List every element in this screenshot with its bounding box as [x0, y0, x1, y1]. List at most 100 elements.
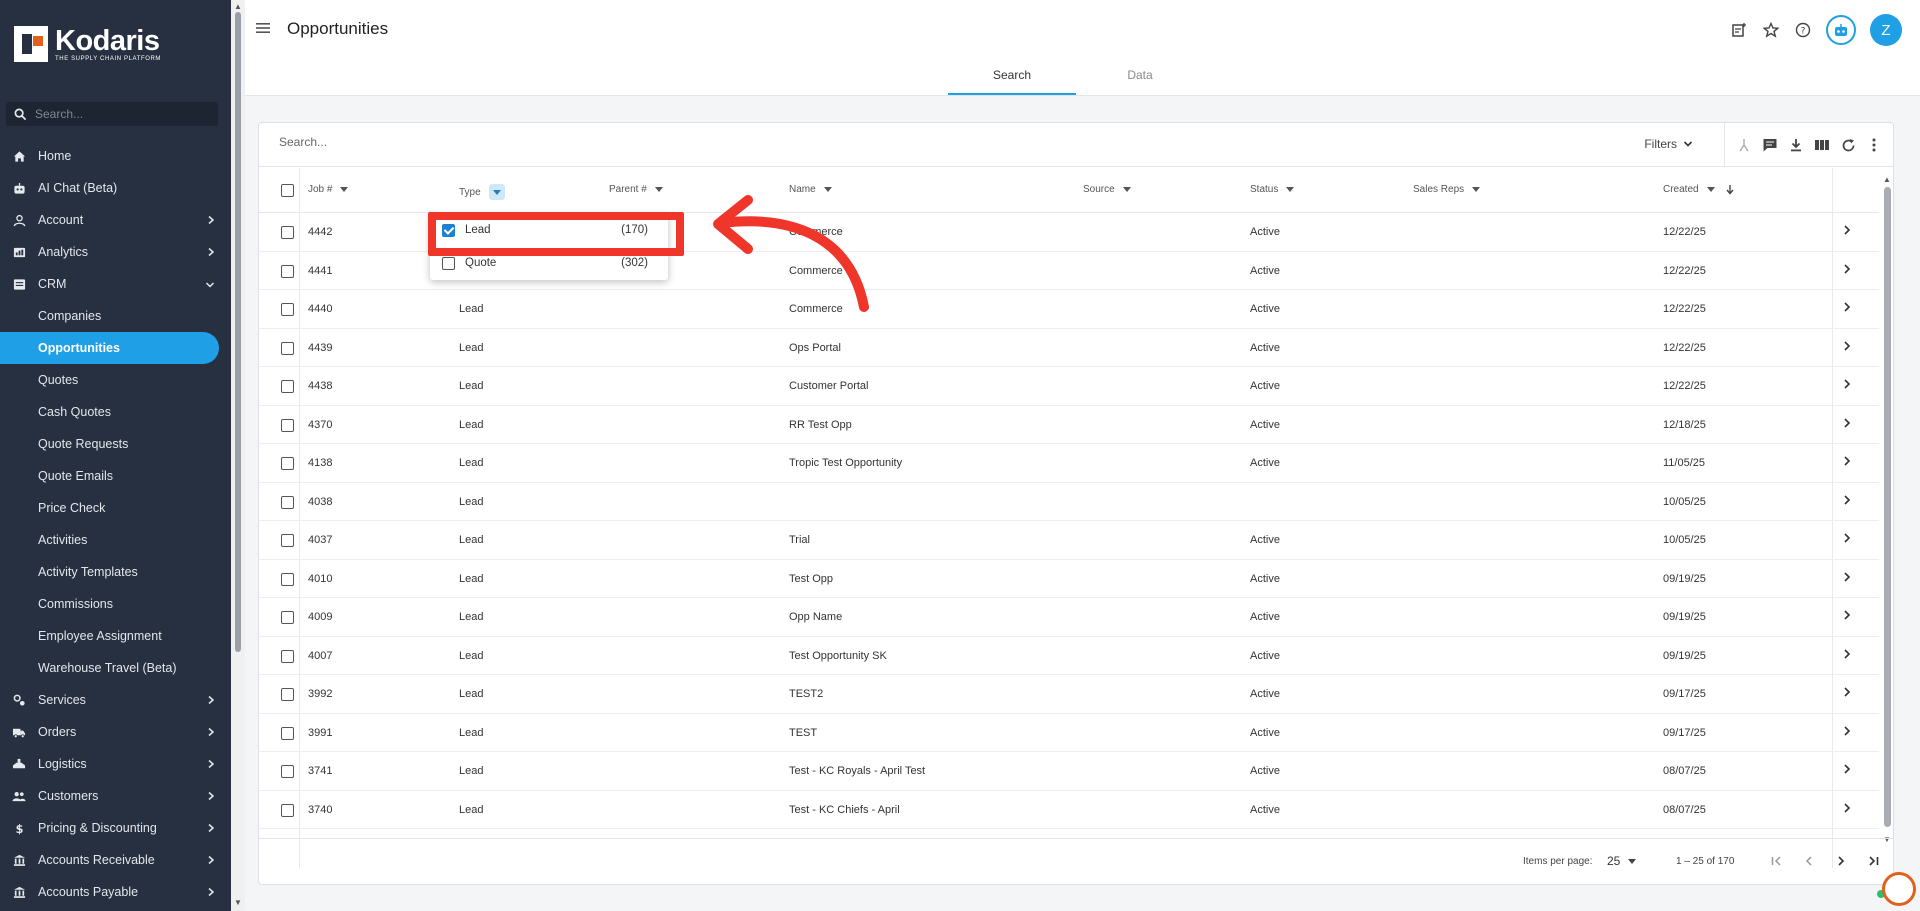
next-page-icon[interactable]: [1831, 851, 1851, 871]
scroll-down-arrow[interactable]: ▼: [234, 898, 242, 907]
sidebar-item-customers[interactable]: Customers: [0, 780, 231, 812]
row-checkbox[interactable]: [281, 457, 294, 470]
sidebar-item-cash-quotes[interactable]: Cash Quotes: [0, 396, 231, 428]
sort-caret-icon[interactable]: [1472, 187, 1481, 192]
row-checkbox[interactable]: [281, 572, 294, 586]
table-row[interactable]: 4010 Lead Test Opp Active 09/19/25: [259, 560, 1879, 598]
sidebar-item-accounts-payable[interactable]: Accounts Payable: [0, 876, 231, 908]
sidebar-item-services[interactable]: Services: [0, 684, 231, 716]
open-row-chevron-icon[interactable]: [1842, 224, 1852, 239]
open-row-chevron-icon[interactable]: [1842, 686, 1852, 701]
column-status[interactable]: Status: [1250, 184, 1295, 195]
row-checkbox[interactable]: [281, 418, 294, 432]
sort-caret-icon[interactable]: [1706, 187, 1715, 192]
table-row[interactable]: 4439 Lead Ops Portal Active 12/22/25: [259, 329, 1879, 367]
select-all-checkbox[interactable]: [281, 184, 294, 197]
table-row[interactable]: 4007 Lead Test Opportunity SK Active 09/19/2…: [259, 637, 1879, 675]
sidebar-item-accounts-receivable[interactable]: Accounts Receivable: [0, 844, 231, 876]
open-row-chevron-icon[interactable]: [1842, 648, 1852, 663]
sidebar-item-home[interactable]: Home: [0, 140, 231, 172]
sidebar-item-activity-templates[interactable]: Activity Templates: [0, 556, 231, 588]
row-checkbox[interactable]: [281, 264, 294, 278]
table-row[interactable]: 4009 Lead Opp Name Active 09/19/25: [259, 598, 1879, 637]
sidebar-item-warehouse-travel-beta[interactable]: Warehouse Travel (Beta): [0, 652, 231, 684]
open-row-chevron-icon[interactable]: [1842, 340, 1852, 355]
sort-caret-icon[interactable]: [654, 187, 663, 192]
row-checkbox[interactable]: [281, 534, 294, 547]
row-checkbox[interactable]: [281, 495, 294, 509]
table-row[interactable]: 3740 Lead Test - KC Chiefs - April Active 08…: [259, 791, 1879, 829]
sidebar-item-quote-requests[interactable]: Quote Requests: [0, 428, 231, 460]
sidebar-item-crm[interactable]: CRM: [0, 268, 231, 300]
table-row[interactable]: 3741 Lead Test - KC Royals - April Test Act…: [259, 752, 1879, 791]
sidebar-item-activities[interactable]: Activities: [0, 524, 231, 556]
last-page-icon[interactable]: [1863, 851, 1883, 871]
sidebar-scrollbar[interactable]: ▲ ▼: [231, 0, 245, 911]
refresh-icon[interactable]: [1839, 136, 1857, 154]
row-checkbox[interactable]: [281, 380, 294, 393]
user-avatar[interactable]: Z: [1870, 14, 1902, 46]
merge-icon[interactable]: [1735, 136, 1753, 154]
table-search-input[interactable]: [279, 135, 679, 149]
sort-caret-icon[interactable]: [823, 187, 832, 192]
first-page-icon[interactable]: [1767, 851, 1787, 871]
sidebar-item-account[interactable]: Account: [0, 204, 231, 236]
more-vert-icon[interactable]: [1865, 136, 1883, 154]
table-row[interactable]: 4138 Lead Tropic Test Opportunity Active 11/…: [259, 444, 1879, 483]
column-job[interactable]: Job #: [308, 184, 349, 195]
columns-icon[interactable]: [1813, 136, 1831, 154]
column-type[interactable]: Type: [459, 184, 505, 200]
sidebar-item-ai-chat-beta[interactable]: AI Chat (Beta): [0, 172, 231, 204]
row-checkbox[interactable]: [281, 649, 294, 663]
row-checkbox[interactable]: [281, 611, 294, 624]
table-row[interactable]: 3991 Lead TEST Active 09/17/25: [259, 714, 1879, 752]
filters-button[interactable]: Filters: [1644, 137, 1693, 151]
open-row-chevron-icon[interactable]: [1842, 378, 1852, 393]
column-sales-reps[interactable]: Sales Reps: [1413, 184, 1481, 195]
sidebar-item-commissions[interactable]: Commissions: [0, 588, 231, 620]
sidebar-item-price-check[interactable]: Price Check: [0, 492, 231, 524]
column-parent[interactable]: Parent #: [609, 184, 663, 195]
row-checkbox[interactable]: [281, 341, 294, 355]
row-checkbox[interactable]: [281, 688, 294, 701]
table-scrollbar[interactable]: ▲ ▼: [1881, 175, 1893, 845]
row-checkbox[interactable]: [281, 803, 294, 817]
open-row-chevron-icon[interactable]: [1842, 455, 1852, 470]
row-checkbox[interactable]: [281, 765, 294, 778]
sidebar-item-opportunities[interactable]: Opportunities: [0, 332, 219, 364]
row-checkbox[interactable]: [281, 303, 294, 316]
chat-support-button[interactable]: [1882, 872, 1916, 906]
sidebar-item-logistics[interactable]: Logistics: [0, 748, 231, 780]
scroll-up-arrow[interactable]: ▲: [1883, 175, 1891, 184]
type-filter-toggle[interactable]: [488, 184, 505, 200]
open-row-chevron-icon[interactable]: [1842, 532, 1852, 547]
sort-desc-arrow-icon[interactable]: [1725, 184, 1735, 195]
sidebar-item-employee-assignment[interactable]: Employee Assignment: [0, 620, 231, 652]
sidebar-item-pricing-discounting[interactable]: $ Pricing & Discounting: [0, 812, 231, 844]
sort-caret-icon[interactable]: [340, 187, 349, 192]
sidebar-search[interactable]: [6, 102, 218, 126]
comment-icon[interactable]: [1761, 136, 1779, 154]
open-row-chevron-icon[interactable]: [1842, 301, 1852, 316]
open-row-chevron-icon[interactable]: [1842, 494, 1852, 509]
star-icon[interactable]: [1762, 21, 1780, 39]
column-source[interactable]: Source: [1083, 184, 1131, 195]
sort-caret-icon[interactable]: [1122, 187, 1131, 192]
sidebar-search-input[interactable]: [35, 107, 205, 121]
kodaris-logo[interactable]: Kodaris THE SUPPLY CHAIN PLATFORM: [14, 26, 161, 62]
open-row-chevron-icon[interactable]: [1842, 263, 1852, 278]
open-row-chevron-icon[interactable]: [1842, 763, 1852, 778]
quote-checkbox[interactable]: [442, 256, 455, 270]
sidebar-item-companies[interactable]: Companies: [0, 300, 231, 332]
download-icon[interactable]: [1787, 136, 1805, 154]
table-scroll-thumb[interactable]: [1884, 187, 1891, 827]
column-created[interactable]: Created: [1663, 184, 1735, 195]
row-checkbox[interactable]: [281, 226, 294, 239]
scroll-up-arrow[interactable]: ▲: [234, 2, 242, 11]
add-note-icon[interactable]: [1730, 21, 1748, 39]
row-checkbox[interactable]: [281, 726, 294, 740]
table-row[interactable]: 4370 Lead RR Test Opp Active 12/18/25: [259, 406, 1879, 444]
open-row-chevron-icon[interactable]: [1842, 725, 1852, 740]
tab-search[interactable]: Search: [948, 62, 1076, 95]
sidebar-item-orders[interactable]: Orders: [0, 716, 231, 748]
